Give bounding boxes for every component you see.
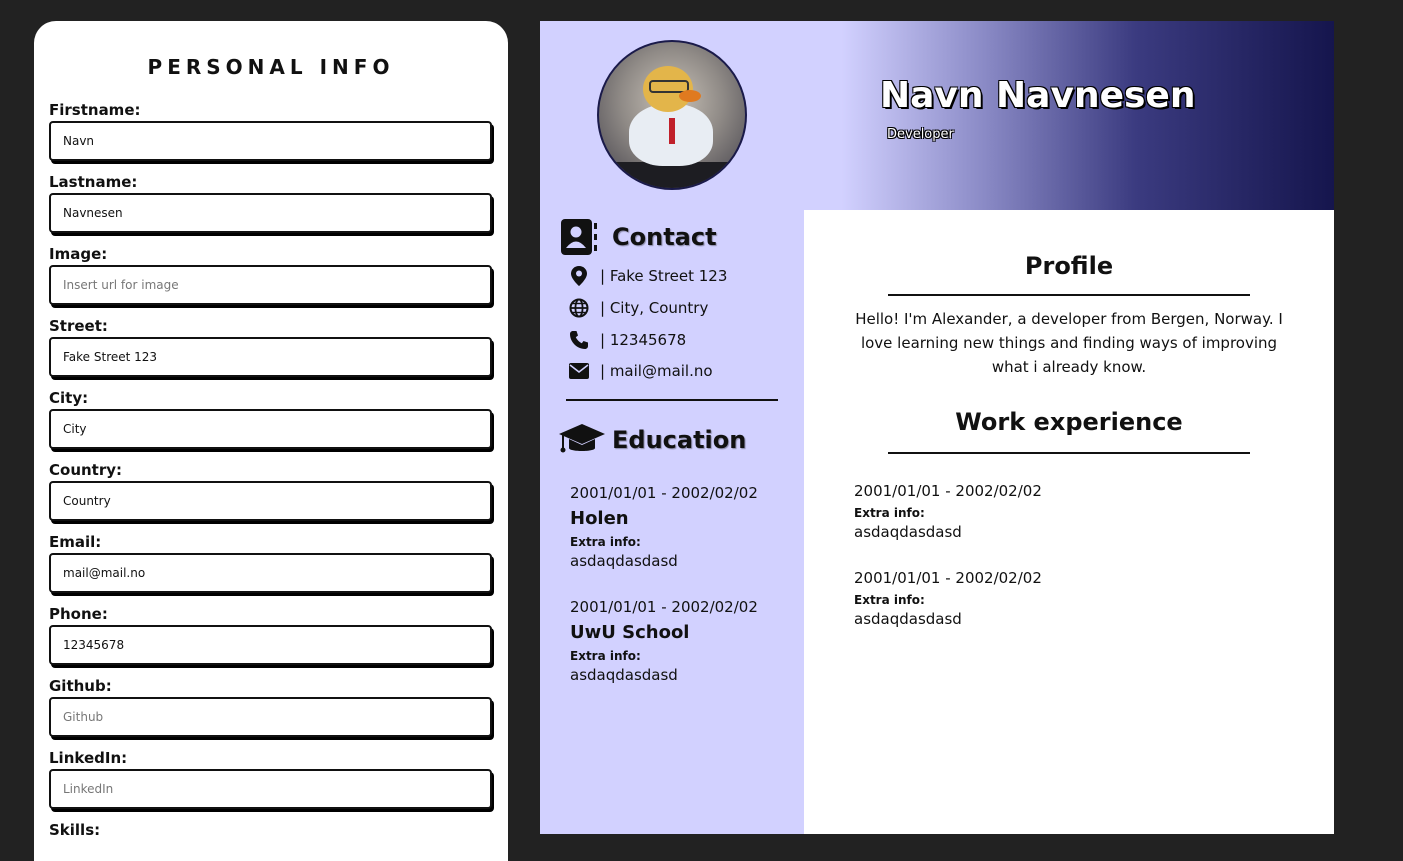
- work-item: 2001/01/01 - 2002/02/02 Extra info: asda…: [854, 569, 1254, 628]
- profile-title: Profile: [1024, 252, 1114, 280]
- education-item: 2001/01/01 - 2002/02/02 Holen Extra info…: [570, 484, 790, 570]
- phone-field: Phone:: [49, 603, 493, 665]
- contact-row-phone: | 12345678: [568, 330, 686, 350]
- linkedin-field: LinkedIn:: [49, 747, 493, 809]
- laptop-shape: [599, 162, 745, 188]
- street-input[interactable]: [49, 337, 492, 377]
- avatar: [597, 40, 747, 190]
- work-date: 2001/01/01 - 2002/02/02: [854, 569, 1042, 587]
- education-heading: Education: [558, 422, 746, 458]
- country-input[interactable]: [49, 481, 492, 521]
- street-label: Street:: [49, 317, 108, 335]
- education-school: UwU School: [570, 622, 690, 643]
- cv-preview: Navn Navnesen Developer Contact | Fake S…: [540, 21, 1334, 834]
- extra-info-text: asdaqdasdasd: [570, 666, 678, 684]
- firstname-field: Firstname:: [49, 99, 493, 161]
- work-experience-divider: [888, 452, 1250, 454]
- github-label: Github:: [49, 677, 112, 695]
- form-title: PERSONAL INFO: [147, 55, 395, 79]
- cv-sidebar: Contact | Fake Street 123 | City, Countr…: [540, 210, 804, 834]
- city-label: City:: [49, 389, 89, 407]
- email-field: Email:: [49, 531, 493, 593]
- contact-row-city: | City, Country: [568, 298, 708, 318]
- extra-info-text: asdaqdasdasd: [854, 610, 962, 628]
- street-field: Street:: [49, 315, 493, 377]
- contact-title: Contact: [612, 223, 717, 251]
- phone-input[interactable]: [49, 625, 492, 665]
- city-field: City:: [49, 387, 493, 449]
- cv-name: Navn Navnesen: [880, 75, 1196, 116]
- graduation-cap-icon: [558, 422, 606, 458]
- contact-email-text: | mail@mail.no: [600, 362, 713, 380]
- cv-main: Profile Hello! I'm Alexander, a develope…: [804, 210, 1334, 834]
- github-input[interactable]: [49, 697, 492, 737]
- profile-text: Hello! I'm Alexander, a developer from B…: [855, 310, 1283, 376]
- extra-info-label: Extra info:: [854, 506, 925, 520]
- education-school: Holen: [570, 508, 629, 529]
- github-field: Github:: [49, 675, 493, 737]
- lastname-field: Lastname:: [49, 171, 493, 233]
- phone-icon: [568, 330, 590, 350]
- education-date: 2001/01/01 - 2002/02/02: [570, 484, 758, 502]
- work-item: 2001/01/01 - 2002/02/02 Extra info: asda…: [854, 482, 1254, 541]
- education-date: 2001/01/01 - 2002/02/02: [570, 598, 758, 616]
- extra-info-label: Extra info:: [570, 649, 641, 663]
- address-book-icon: [560, 218, 598, 256]
- profile-divider: [888, 294, 1250, 296]
- extra-info-label: Extra info:: [570, 535, 641, 549]
- skills-field: Skills:: [49, 819, 493, 841]
- firstname-input[interactable]: [49, 121, 492, 161]
- city-input[interactable]: [49, 409, 492, 449]
- contact-street-text: | Fake Street 123: [600, 267, 728, 285]
- image-url-input[interactable]: [49, 265, 492, 305]
- personal-info-form: PERSONAL INFO Firstname: Lastname: Image…: [34, 21, 508, 861]
- location-pin-icon: [568, 266, 590, 286]
- extra-info-text: asdaqdasdasd: [570, 552, 678, 570]
- extra-info-label: Extra info:: [854, 593, 925, 607]
- contact-row-street: | Fake Street 123: [568, 266, 727, 286]
- email-input[interactable]: [49, 553, 492, 593]
- country-label: Country:: [49, 461, 123, 479]
- contact-divider: [566, 399, 778, 401]
- firstname-label: Firstname:: [49, 101, 141, 119]
- extra-info-text: asdaqdasdasd: [854, 523, 962, 541]
- duck-tie: [669, 118, 675, 144]
- contact-heading: Contact: [560, 218, 717, 256]
- cv-role: Developer: [887, 127, 954, 142]
- education-title: Education: [612, 426, 747, 454]
- phone-label: Phone:: [49, 605, 108, 623]
- lastname-label: Lastname:: [49, 173, 138, 191]
- cv-header: Navn Navnesen Developer: [540, 21, 1334, 210]
- image-field: Image:: [49, 243, 493, 305]
- contact-row-email: | mail@mail.no: [568, 361, 713, 381]
- duck-beak: [679, 90, 701, 102]
- contact-city-text: | City, Country: [600, 299, 709, 317]
- globe-icon: [568, 298, 590, 318]
- lastname-input[interactable]: [49, 193, 492, 233]
- email-label: Email:: [49, 533, 102, 551]
- work-experience-title: Work experience: [955, 408, 1183, 436]
- linkedin-label: LinkedIn:: [49, 749, 128, 767]
- education-item: 2001/01/01 - 2002/02/02 UwU School Extra…: [570, 598, 790, 684]
- skills-label: Skills:: [49, 821, 101, 839]
- work-date: 2001/01/01 - 2002/02/02: [854, 482, 1042, 500]
- image-label: Image:: [49, 245, 108, 263]
- country-field: Country:: [49, 459, 493, 521]
- contact-phone-text: | 12345678: [600, 331, 687, 349]
- envelope-icon: [568, 361, 590, 381]
- linkedin-input[interactable]: [49, 769, 492, 809]
